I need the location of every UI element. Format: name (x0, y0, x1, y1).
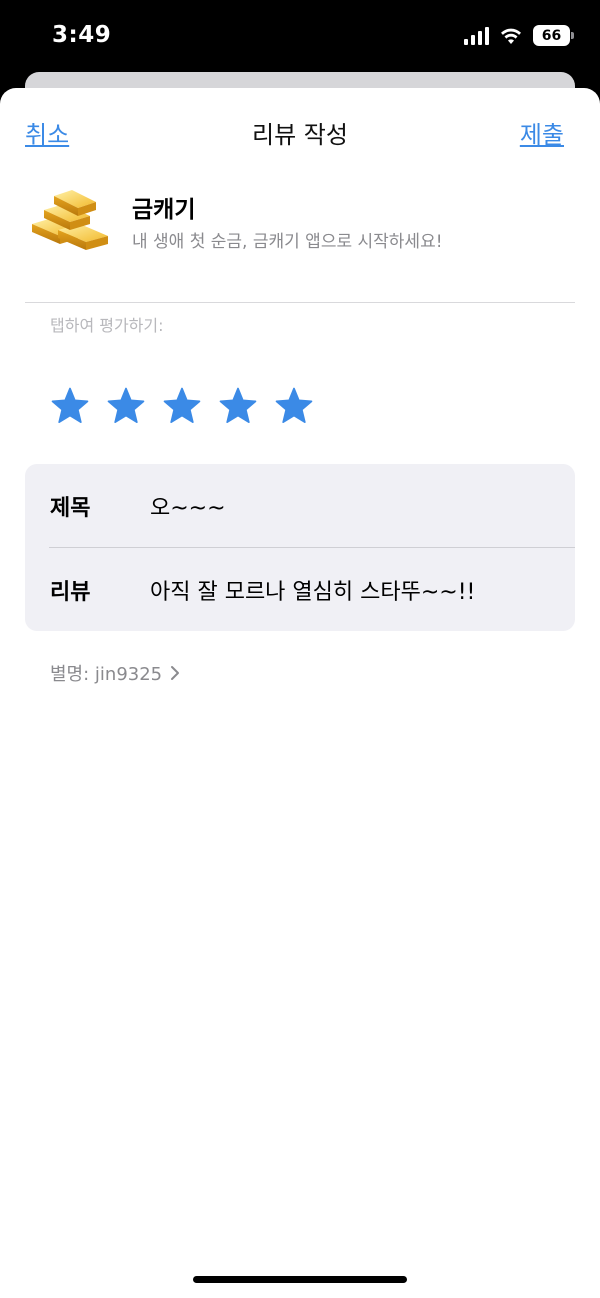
app-name: 금캐기 (132, 197, 196, 223)
star-icon-3[interactable] (162, 386, 202, 426)
app-subtitle: 내 생애 첫 순금, 금캐기 앱으로 시작하세요! (132, 232, 443, 252)
star-icon-4[interactable] (218, 386, 258, 426)
title-label: 제목 (50, 496, 91, 521)
review-sheet: 취소 리뷰 작성 제출 금캐기 내 생애 첫 순금, 금캐기 앱으로 시작하세요… (0, 88, 600, 1298)
star-icon-1[interactable] (50, 386, 90, 426)
nickname-text: 별명: jin9325 (50, 664, 163, 685)
star-icon-2[interactable] (106, 386, 146, 426)
status-bar: 3:49 66 (0, 0, 600, 80)
title-field[interactable]: 오~~~ (150, 490, 226, 522)
home-indicator[interactable] (193, 1276, 407, 1283)
divider (25, 302, 575, 303)
review-field[interactable]: 아직 잘 모르나 열심히 스타뚜~~!! (150, 574, 475, 606)
submit-button[interactable]: 제출 (520, 115, 564, 150)
star-icon-5[interactable] (274, 386, 314, 426)
rating-hint: 탭하여 평가하기: (50, 316, 164, 335)
title-row[interactable]: 제목 오~~~ (25, 464, 575, 547)
review-label: 리뷰 (50, 580, 91, 605)
star-rating (50, 386, 314, 426)
review-form: 제목 오~~~ 리뷰 아직 잘 모르나 열심히 스타뚜~~!! (25, 464, 575, 631)
battery-icon: 66 (533, 25, 574, 46)
nickname-link[interactable]: 별명: jin9325 (50, 660, 180, 686)
page-title: 리뷰 작성 (252, 121, 348, 149)
status-time: 3:49 (52, 22, 112, 48)
gold-bars-icon (32, 190, 108, 250)
chevron-right-icon (171, 666, 180, 680)
battery-level: 66 (541, 27, 562, 44)
review-row[interactable]: 리뷰 아직 잘 모르나 열심히 스타뚜~~!! (25, 548, 575, 631)
cellular-signal-icon (464, 26, 489, 45)
status-icons: 66 (464, 25, 574, 46)
wifi-icon (501, 28, 521, 44)
